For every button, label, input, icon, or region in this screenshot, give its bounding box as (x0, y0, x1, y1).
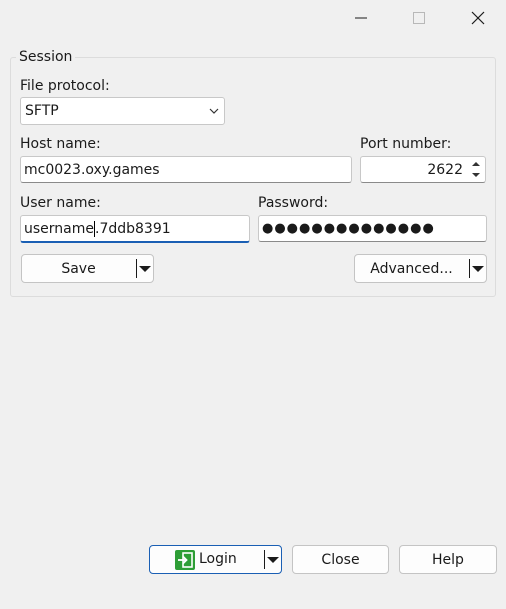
close-button[interactable]: Close (292, 545, 389, 574)
password-value: ●●●●●●●●●●●●●● (262, 221, 435, 236)
close-button-label: Close (321, 551, 360, 568)
port-decrement-button[interactable] (469, 170, 483, 180)
login-dropdown-button[interactable] (265, 546, 281, 573)
chevron-down-icon (209, 108, 219, 114)
dropdown-arrow-icon (139, 265, 151, 272)
chevron-up-icon (472, 162, 480, 166)
close-icon (471, 11, 485, 25)
user-name-value-part1: username (24, 220, 94, 237)
maximize-button[interactable] (396, 0, 442, 36)
file-protocol-select[interactable]: SFTP (20, 97, 225, 125)
advanced-button[interactable]: Advanced... (354, 254, 487, 283)
file-protocol-value: SFTP (25, 103, 59, 119)
login-icon (175, 550, 195, 570)
file-protocol-label: File protocol: (20, 78, 110, 94)
port-number-label: Port number: (360, 136, 452, 152)
host-name-label: Host name: (20, 136, 101, 152)
login-button-label: Login (199, 551, 237, 567)
advanced-dropdown-button[interactable] (470, 255, 486, 282)
login-button[interactable]: Login (149, 545, 282, 574)
host-name-input[interactable]: mc0023.oxy.games (20, 156, 352, 183)
title-bar (0, 0, 506, 36)
save-button[interactable]: Save (21, 254, 154, 283)
dropdown-arrow-icon (267, 556, 279, 563)
minimize-icon (355, 17, 367, 19)
port-number-value: 2622 (427, 161, 463, 178)
user-name-value-part2: .7ddb8391 (95, 220, 171, 237)
save-button-label: Save (61, 260, 96, 277)
dropdown-arrow-icon (472, 265, 484, 272)
password-input[interactable]: ●●●●●●●●●●●●●● (258, 215, 487, 242)
password-label: Password: (258, 195, 329, 211)
maximize-icon (413, 12, 425, 24)
minimize-button[interactable] (338, 0, 384, 36)
user-name-input[interactable]: username .7ddb8391 (20, 215, 250, 243)
help-button-label: Help (432, 551, 464, 568)
session-legend: Session (16, 49, 76, 65)
help-button[interactable]: Help (399, 545, 497, 574)
user-name-label: User name: (20, 195, 101, 211)
save-dropdown-button[interactable] (137, 255, 153, 282)
port-increment-button[interactable] (469, 159, 483, 169)
chevron-down-icon (472, 173, 480, 177)
host-name-value: mc0023.oxy.games (24, 161, 160, 178)
close-window-button[interactable] (455, 0, 501, 36)
advanced-button-label: Advanced... (370, 260, 453, 277)
port-number-stepper[interactable]: 2622 (360, 156, 486, 183)
